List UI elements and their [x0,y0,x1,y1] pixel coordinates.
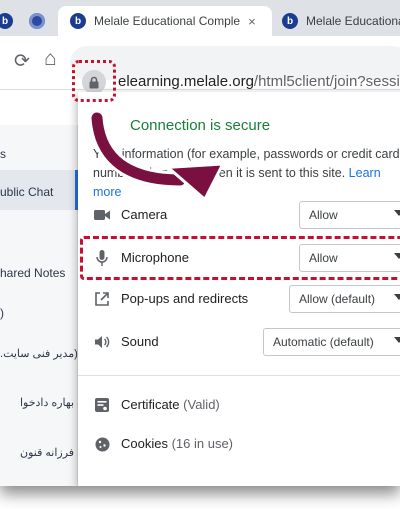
bigbluebutton-favicon-icon: b [0,13,13,29]
connection-secure-title: Connection is secure [130,117,271,134]
permission-popups: Pop-ups and redirects Allow (default) [78,280,400,318]
tab-active[interactable]: b Melale Educational Comple × [58,6,272,36]
browser-screenshot: b b Melale Educational Comple × b Melale… [0,0,400,486]
app-favicon-icon [29,13,45,29]
tab-pinned-2[interactable] [26,6,48,36]
popup-icon [93,290,111,308]
cookies-text: Cookies [121,436,168,451]
select-value: Allow [309,208,338,222]
bookmarks-bar [0,91,78,125]
sidebar-text: s [0,147,6,161]
permission-camera: Camera Allow [78,196,400,234]
microphone-highlight [80,236,400,280]
select-value: Automatic (default) [273,335,374,349]
popup-divider [78,375,400,376]
chevron-down-icon [394,294,400,300]
bigbluebutton-favicon-icon: b [282,13,298,29]
users-count-label: ) [0,306,4,320]
popups-select[interactable]: Allow (default) [289,285,400,313]
public-chat-label[interactable]: ublic Chat [0,185,53,199]
chevron-down-icon [394,210,400,216]
url-host: elearning.melale.org [118,73,254,90]
url-path: /html5client/join?sessionTo [253,73,400,90]
permission-label: Pop-ups and redirects [121,291,249,306]
camera-select[interactable]: Allow [299,201,400,229]
permission-sound: Sound Automatic (default) [78,323,400,361]
home-icon[interactable]: ⌂ [44,47,57,71]
cookies-label: Cookies (16 in use) [121,436,233,451]
user-list-item[interactable]: فرزانه قنون [20,446,74,459]
select-value: Allow (default) [299,292,376,306]
certificate-text: Certificate [121,397,180,412]
reload-icon[interactable]: ⟳ [14,50,30,73]
certificate-icon [93,396,111,414]
permission-label: Camera [121,207,168,222]
cookies-status: (16 in use) [171,436,234,451]
chevron-down-icon [394,337,400,343]
bigbluebutton-favicon-icon: b [70,13,86,29]
cookie-icon [93,435,111,453]
cookies-row[interactable]: Cookies (16 in use) [78,425,400,461]
sound-icon [93,333,111,351]
connection-secure-text: Your information (for example, passwords… [93,145,400,202]
certificate-status: (Valid) [183,397,220,412]
user-list-item[interactable]: بهاره دادخوا [20,396,74,409]
lock-highlight [72,60,116,102]
camera-icon [93,206,111,224]
tab-title: Melale Educational Comple [94,14,241,28]
page-sidebar: s ublic Chat hared Notes ) .ی (مدیر فنی … [0,125,89,486]
certificate-row[interactable]: Certificate (Valid) [78,386,400,422]
tab-pinned-1[interactable]: b [0,6,16,36]
tab-close-icon[interactable]: × [248,14,256,29]
sound-select[interactable]: Automatic (default) [263,328,400,356]
url-text[interactable]: elearning.melale.org/html5client/join?se… [118,73,400,90]
shared-notes-label[interactable]: hared Notes [0,266,65,280]
tab-title: Melale Educational [306,14,400,28]
permission-label: Sound [121,334,159,349]
certificate-label: Certificate (Valid) [121,397,220,412]
tab-second[interactable]: b Melale Educational [276,6,400,36]
user-list-item[interactable]: .ی (مدیر فنی سایت [0,347,89,360]
tab-strip: b b Melale Educational Comple × b Melale… [0,0,400,36]
